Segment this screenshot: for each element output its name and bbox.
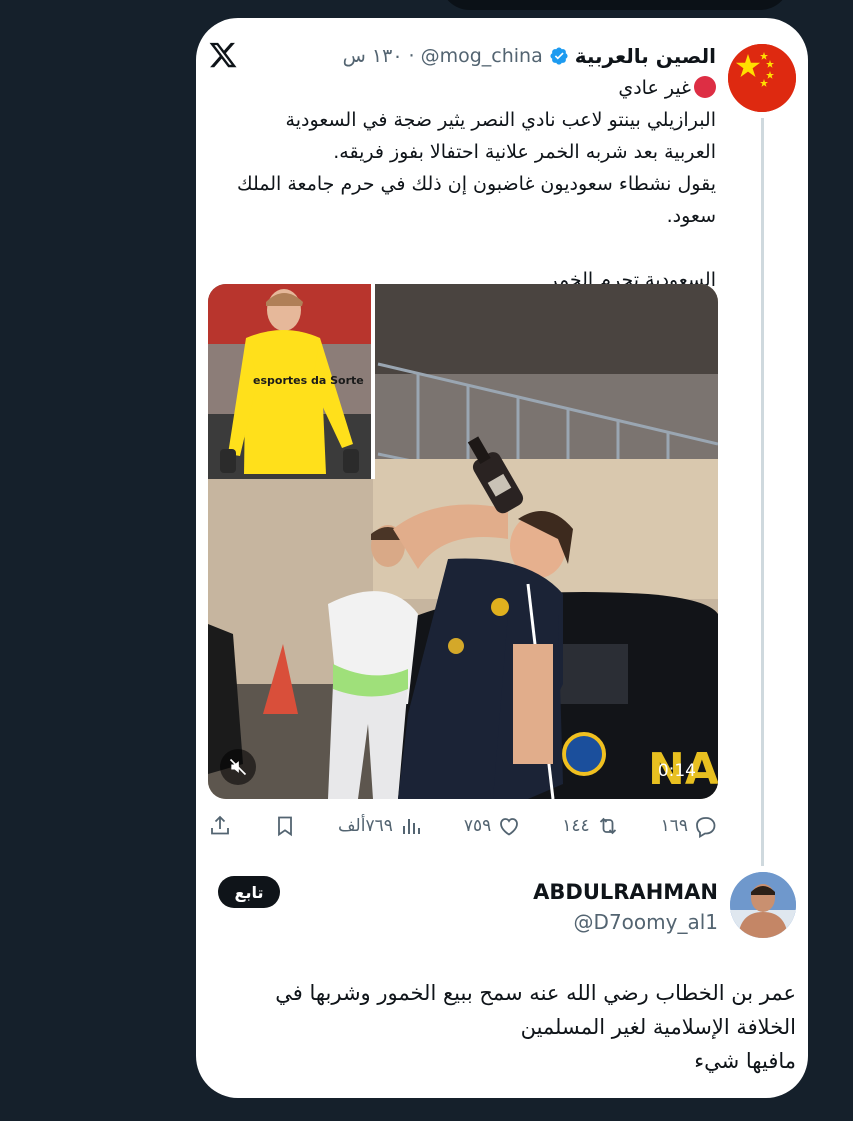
mute-button[interactable] bbox=[220, 749, 256, 785]
reply-text: عمر بن الخطاب رضي الله عنه سمح ببيع الخم… bbox=[226, 976, 796, 1078]
reply-line-2: الخلافة الإسلامية لغير المسلمين bbox=[520, 1015, 796, 1039]
jersey-sponsor: esportes da Sorte bbox=[253, 374, 364, 387]
avatar-reply-user[interactable] bbox=[730, 872, 796, 938]
tweet-card[interactable]: الصين بالعربية @mog_china · ١٣٠ س غير عا… bbox=[196, 18, 808, 1098]
tweet-text: غير عادي البرازيلي بينتو لاعب نادي النصر… bbox=[196, 72, 716, 296]
video-duration: 0:14 bbox=[657, 761, 696, 781]
tweet-line-1-text: غير عادي bbox=[618, 77, 691, 99]
tweet-video[interactable]: NAS bbox=[208, 284, 718, 799]
reply-line-1: عمر بن الخطاب رضي الله عنه سمح ببيع الخم… bbox=[275, 981, 796, 1005]
verified-badge-icon bbox=[549, 46, 569, 66]
bookmark-button[interactable] bbox=[273, 814, 297, 838]
reply-icon bbox=[696, 817, 716, 838]
thread-line bbox=[761, 118, 764, 866]
share-icon bbox=[211, 815, 229, 835]
share-button[interactable] bbox=[208, 814, 232, 838]
repost-icon bbox=[599, 817, 616, 835]
reply-handle[interactable]: @D7oomy_al1 bbox=[574, 910, 718, 934]
display-name[interactable]: الصين بالعربية bbox=[575, 44, 716, 68]
views-icon bbox=[402, 819, 420, 834]
handle[interactable]: @mog_china bbox=[421, 45, 543, 67]
reply-button[interactable]: ١٦٩ bbox=[661, 814, 718, 838]
red-circle-icon bbox=[694, 76, 716, 98]
timestamp[interactable]: ١٣٠ س bbox=[343, 45, 403, 67]
avatar-china[interactable] bbox=[728, 44, 796, 112]
follow-button[interactable]: تابع bbox=[218, 876, 280, 908]
reply-count: ١٦٩ bbox=[660, 816, 688, 836]
like-count: ٧٥٩ bbox=[463, 816, 492, 836]
mute-icon bbox=[229, 758, 247, 776]
separator-dot: · bbox=[408, 45, 415, 67]
top-pill bbox=[440, 0, 790, 10]
repost-count: ١٤٤ bbox=[562, 816, 590, 836]
x-logo-icon[interactable] bbox=[208, 40, 238, 70]
tweet-line-3: العربية بعد شربه الخمر علانية احتفالا بف… bbox=[333, 141, 716, 163]
like-icon bbox=[500, 818, 519, 836]
repost-button[interactable]: ١٤٤ bbox=[562, 814, 619, 838]
tweet-actions: ١٦٩ ١٤٤ ٧٥٩ ٧٦٩ألف bbox=[208, 810, 718, 842]
like-button[interactable]: ٧٥٩ bbox=[464, 814, 521, 838]
tweet-line-1: غير عادي bbox=[196, 72, 716, 104]
reply-display-name[interactable]: ABDULRAHMAN bbox=[533, 880, 718, 904]
tweet-line-5: سعود. bbox=[666, 205, 716, 227]
views-count: ٧٦٩ألف bbox=[337, 816, 393, 836]
tweet-line-2: البرازيلي بينتو لاعب نادي النصر يثير ضجة… bbox=[285, 109, 716, 131]
tweet-line-4: يقول نشطاء سعوديون غاضبون إن ذلك في حرم … bbox=[236, 173, 716, 195]
bookmark-icon bbox=[278, 816, 292, 837]
views-button[interactable]: ٧٦٩ألف bbox=[338, 814, 423, 838]
tweet-header: الصين بالعربية @mog_china · ١٣٠ س bbox=[343, 42, 716, 70]
reply-line-3: مافيها شيء bbox=[694, 1049, 796, 1073]
video-frame: NAS bbox=[208, 284, 718, 799]
